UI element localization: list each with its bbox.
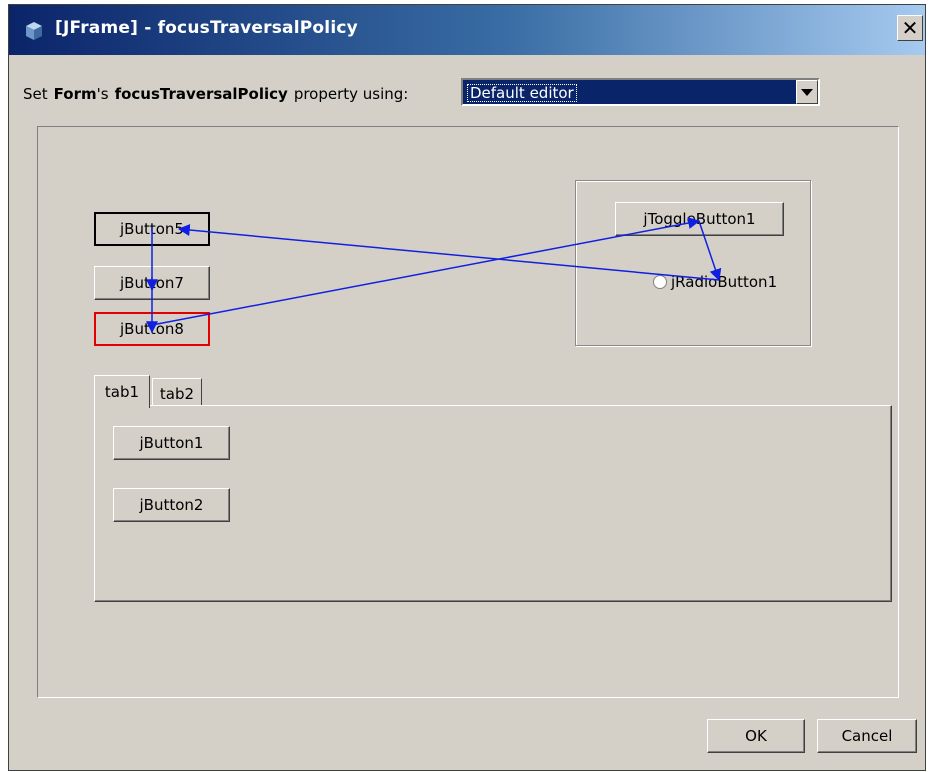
radio-circle-icon[interactable] <box>653 275 667 289</box>
select-dropdown-button[interactable] <box>796 80 818 104</box>
jtogglebutton1-label: jToggleButton1 <box>643 210 756 228</box>
tab1-label: tab1 <box>104 383 140 401</box>
ok-label: OK <box>745 727 767 745</box>
tab-tab1[interactable]: tab1 <box>94 375 150 408</box>
ok-button[interactable]: OK <box>707 719 805 753</box>
window-title: [JFrame] - focusTraversalPolicy <box>55 18 358 38</box>
jbutton8-label: jButton8 <box>120 320 184 338</box>
jbutton1-label: jButton1 <box>139 434 204 452</box>
jradiobutton1-label: jRadioButton1 <box>671 273 778 291</box>
jbutton5[interactable]: jButton5 <box>94 212 210 246</box>
property-form-label: Form's <box>54 85 109 103</box>
close-button[interactable]: ✕ <box>897 15 923 41</box>
property-row: Set Form's focusTraversalPolicy property… <box>23 82 408 106</box>
dialog-window: [JFrame] - focusTraversalPolicy ✕ Set Fo… <box>8 4 926 771</box>
jbutton2[interactable]: jButton2 <box>113 488 230 522</box>
cancel-button[interactable]: Cancel <box>817 719 917 753</box>
property-prefix: Set <box>23 85 48 103</box>
jbutton7[interactable]: jButton7 <box>94 266 210 300</box>
property-name: focusTraversalPolicy <box>114 85 288 103</box>
cube-icon <box>26 22 42 40</box>
jradiobutton1[interactable]: jRadioButton1 <box>653 273 777 291</box>
jtogglebutton1[interactable]: jToggleButton1 <box>615 202 784 236</box>
jbutton5-label: jButton5 <box>120 220 184 238</box>
cancel-label: Cancel <box>841 727 893 745</box>
editor-select[interactable]: Default editor <box>461 78 820 106</box>
form-possessive: 's <box>96 85 109 103</box>
editor-select-value: Default editor <box>467 84 577 102</box>
tab2-label: tab2 <box>159 384 195 403</box>
property-suffix: property using: <box>293 85 409 103</box>
tab-tab2[interactable]: tab2 <box>152 378 202 408</box>
jbutton7-label: jButton7 <box>120 274 184 292</box>
jbutton8[interactable]: jButton8 <box>94 312 210 346</box>
jbutton1[interactable]: jButton1 <box>113 426 230 460</box>
title-bar[interactable]: [JFrame] - focusTraversalPolicy ✕ <box>9 5 925 55</box>
close-icon: ✕ <box>901 16 919 40</box>
chevron-down-icon <box>801 88 813 96</box>
jbutton2-label: jButton2 <box>139 496 204 514</box>
form-name: Form <box>53 85 97 103</box>
